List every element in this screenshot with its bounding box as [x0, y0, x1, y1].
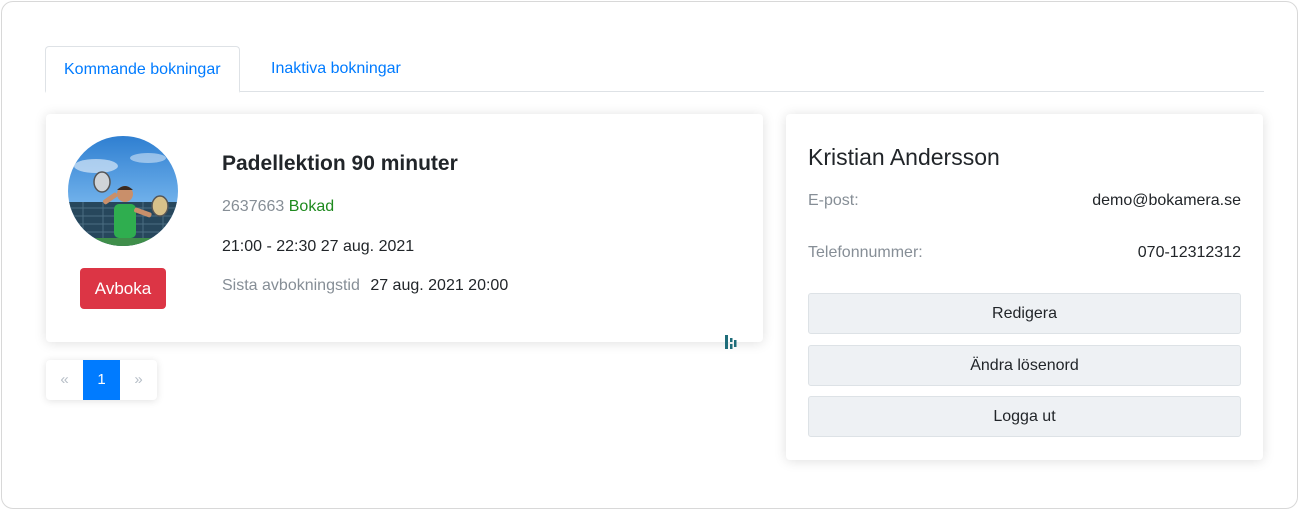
deadline-label: Sista avbokningstid: [222, 277, 360, 294]
booking-id-line: 2637663 Bokad: [222, 198, 334, 216]
booking-title: Padellektion 90 minuter: [222, 152, 458, 175]
booking-tabs: Kommande bokningar Inaktiva bokningar: [45, 46, 1264, 93]
brand-logo-icon: [725, 335, 737, 349]
pagination-next[interactable]: »: [120, 360, 157, 400]
padel-player-image: [68, 136, 178, 246]
booking-id: 2637663: [222, 198, 285, 215]
booking-card: Avboka Padellektion 90 minuter 2637663 B…: [46, 114, 763, 349]
email-value: demo@bokamera.se: [1092, 192, 1241, 209]
booking-time: 21:00 - 22:30 27 aug. 2021: [222, 238, 415, 255]
booking-status: Bokad: [288, 198, 335, 215]
cancel-booking-button[interactable]: Avboka: [80, 268, 166, 309]
phone-value: 070-12312312: [1137, 244, 1241, 261]
email-label: E-post:: [808, 192, 859, 209]
logout-button[interactable]: Logga ut: [808, 396, 1241, 437]
edit-profile-button[interactable]: Redigera: [808, 293, 1241, 334]
pagination-prev[interactable]: «: [46, 360, 83, 400]
cancellation-deadline: Sista avbokningstid 27 aug. 2021 20:00: [222, 277, 508, 295]
pagination: « 1 »: [46, 360, 157, 400]
app-frame: Kommande bokningar Inaktiva bokningar Av…: [1, 1, 1298, 509]
change-password-button[interactable]: Ändra lösenord: [808, 345, 1241, 386]
tab-upcoming-bookings[interactable]: Kommande bokningar: [45, 46, 240, 93]
deadline-value: 27 aug. 2021 20:00: [370, 277, 509, 294]
booking-image: [68, 136, 178, 246]
phone-label: Telefonnummer:: [808, 244, 923, 261]
profile-name: Kristian Andersson: [808, 144, 1000, 170]
tab-inactive-bookings[interactable]: Inaktiva bokningar: [253, 46, 419, 92]
pagination-page-1[interactable]: 1: [83, 360, 120, 400]
profile-card: Kristian Andersson E-post: demo@bokamera…: [786, 114, 1263, 460]
